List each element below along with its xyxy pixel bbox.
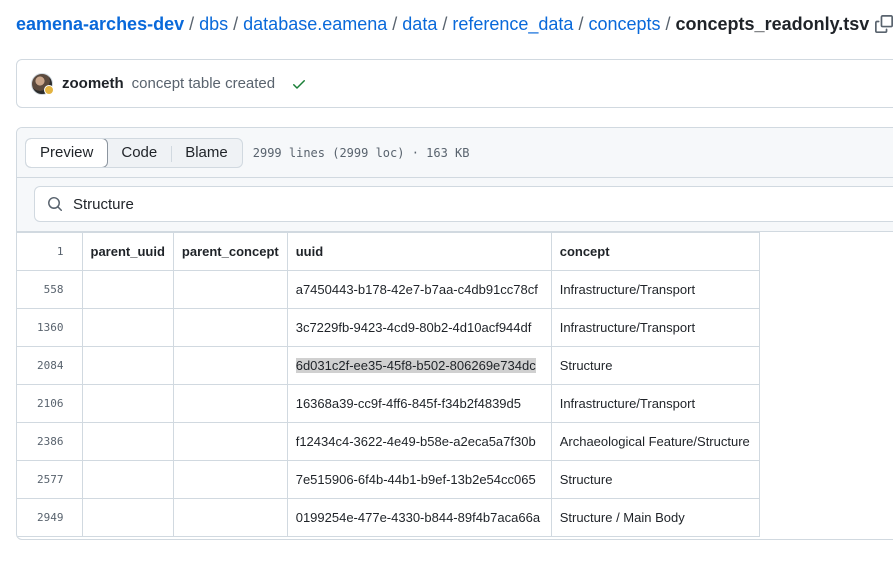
cell-uuid: 3c7229fb-9423-4cd9-80b2-4d10acf944df (286, 308, 552, 347)
breadcrumb-link-database-eamena[interactable]: database.eamena (243, 14, 387, 35)
cell-concept: Infrastructure/Transport (550, 384, 760, 423)
cell-uuid: f12434c4-3622-4e49-b58e-a2eca5a7f30b (286, 422, 552, 461)
line-number[interactable]: 2949 (17, 498, 83, 537)
cell-parent-uuid (81, 346, 174, 385)
table-row: 2577 7e515906-6f4b-44b1-b9ef-13b2e54cc06… (17, 460, 760, 499)
latest-commit-bar: zoometh concept table created (16, 59, 893, 108)
column-header-parent-uuid: parent_uuid (81, 232, 174, 271)
cell-parent-concept (172, 384, 288, 423)
table-search-bar: Structure (17, 178, 893, 232)
line-number[interactable]: 2386 (17, 422, 83, 461)
cell-uuid: 0199254e-477e-4330-b844-89f4b7aca66a (286, 498, 552, 537)
line-number[interactable]: 2577 (17, 460, 83, 499)
table-row: 2949 0199254e-477e-4330-b844-89f4b7aca66… (17, 498, 760, 537)
cell-parent-concept (172, 308, 288, 347)
cell-parent-uuid (81, 460, 174, 499)
avatar[interactable] (31, 72, 54, 95)
breadcrumb-link-concepts[interactable]: concepts (588, 14, 660, 35)
table-header-row: 1 parent_uuid parent_concept uuid concep… (17, 232, 760, 271)
cell-parent-uuid (81, 498, 174, 537)
column-header-parent-concept: parent_concept (172, 232, 288, 271)
file-header: Preview Code Blame 2999 lines (2999 loc)… (17, 128, 893, 178)
file-view-page: eamena-arches-dev / dbs / database.eamen… (0, 0, 893, 564)
breadcrumb-separator: / (665, 13, 671, 34)
column-header-uuid: uuid (286, 232, 552, 271)
tab-preview[interactable]: Preview (25, 138, 109, 167)
cell-parent-concept (172, 346, 288, 385)
breadcrumb-separator: / (442, 13, 448, 34)
breadcrumb-repo-link[interactable]: eamena-arches-dev (16, 14, 184, 35)
file-size-info: 2999 lines (2999 loc) · 163 KB (252, 145, 470, 160)
cell-concept: Infrastructure/Transport (550, 270, 760, 309)
cell-concept: Structure (550, 346, 760, 385)
cell-uuid: a7450443-b178-42e7-b7aa-c4db91cc78cf (286, 270, 552, 309)
tsv-table: 1 parent_uuid parent_concept uuid concep… (17, 232, 760, 537)
cell-concept: Infrastructure/Transport (550, 308, 760, 347)
cell-parent-uuid (81, 308, 174, 347)
column-header-concept: concept (550, 232, 760, 271)
search-input[interactable]: Structure (73, 196, 134, 213)
table-row: 558 a7450443-b178-42e7-b7aa-c4db91cc78cf… (17, 270, 760, 309)
cell-parent-concept (172, 460, 288, 499)
cell-parent-uuid (81, 384, 174, 423)
breadcrumb: eamena-arches-dev / dbs / database.eamen… (16, 11, 893, 37)
breadcrumb-separator: / (233, 13, 239, 34)
cell-uuid-selected[interactable]: 6d031c2f-ee35-45f8-b502-806269e734dc (286, 346, 552, 385)
breadcrumb-link-data[interactable]: data (402, 14, 437, 35)
table-row: 2386 f12434c4-3622-4e49-b58e-a2eca5a7f30… (17, 422, 760, 461)
breadcrumb-separator: / (392, 13, 398, 34)
copy-icon[interactable] (875, 15, 893, 33)
cell-parent-concept (172, 270, 288, 309)
breadcrumb-separator: / (189, 13, 195, 34)
file-viewer: Preview Code Blame 2999 lines (2999 loc)… (16, 127, 893, 540)
cell-uuid: 16368a39-cc9f-4ff6-845f-f34b2f4839d5 (286, 384, 552, 423)
cell-parent-concept (172, 422, 288, 461)
cell-parent-uuid (81, 422, 174, 461)
commit-message[interactable]: concept table created (132, 75, 275, 92)
search-icon (47, 196, 63, 212)
cell-uuid: 7e515906-6f4b-44b1-b9ef-13b2e54cc065 (286, 460, 552, 499)
breadcrumb-link-dbs[interactable]: dbs (199, 14, 228, 35)
table-row: 1360 3c7229fb-9423-4cd9-80b2-4d10acf944d… (17, 308, 760, 347)
table-row: 2106 16368a39-cc9f-4ff6-845f-f34b2f4839d… (17, 384, 760, 423)
cell-parent-uuid (81, 270, 174, 309)
cell-concept: Structure / Main Body (550, 498, 760, 537)
cell-parent-concept (172, 498, 288, 537)
breadcrumb-current-file: concepts_readonly.tsv (675, 13, 870, 34)
cell-concept: Structure (550, 460, 760, 499)
line-number[interactable]: 2084 (17, 346, 83, 385)
selected-text[interactable]: 6d031c2f-ee35-45f8-b502-806269e734dc (295, 358, 536, 373)
line-number[interactable]: 2106 (17, 384, 83, 423)
line-number[interactable]: 1360 (17, 308, 83, 347)
check-icon[interactable] (291, 76, 307, 92)
line-number[interactable]: 558 (17, 270, 83, 309)
view-mode-switch: Preview Code Blame (25, 137, 243, 168)
line-number[interactable]: 1 (17, 232, 83, 271)
breadcrumb-separator: / (578, 13, 584, 34)
cell-concept: Archaeological Feature/Structure (550, 422, 760, 461)
search-field[interactable]: Structure (34, 186, 893, 222)
tab-blame[interactable]: Blame (171, 139, 242, 167)
commit-author[interactable]: zoometh (62, 75, 124, 92)
breadcrumb-link-reference-data[interactable]: reference_data (452, 14, 573, 35)
tab-code[interactable]: Code (107, 139, 171, 167)
table-row: 2084 6d031c2f-ee35-45f8-b502-806269e734d… (17, 346, 760, 385)
